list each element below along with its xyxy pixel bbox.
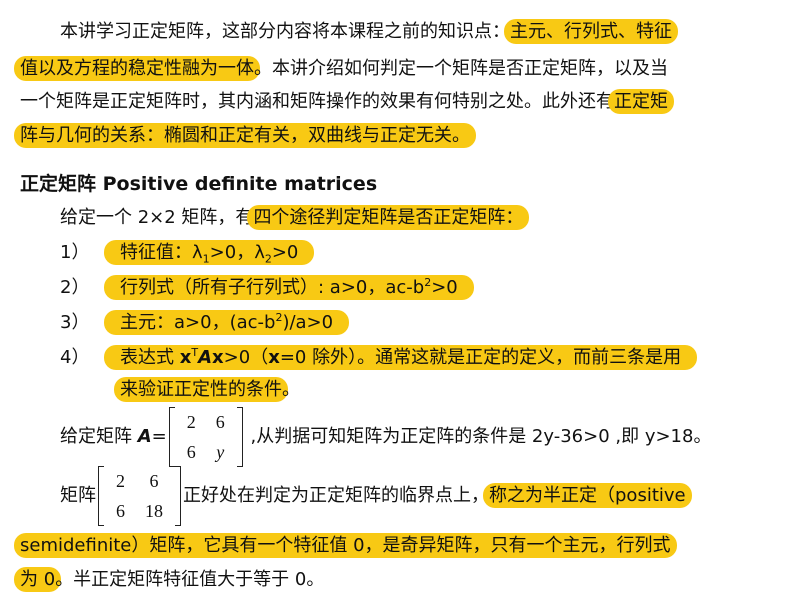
test-text: 表达式	[120, 347, 180, 368]
matrix-cell: 2	[116, 471, 125, 491]
intro-text: 一个矩阵是正定矩阵时，其内涵和矩阵操作的效果有何特别之处。此外还有	[20, 91, 614, 112]
math-A: A	[198, 347, 213, 368]
test-text: >0	[431, 277, 458, 298]
intro-line-3: 一个矩阵是正定矩阵时，其内涵和矩阵操作的效果有何特别之处。此外还有正定矩	[20, 89, 674, 114]
test-text: >0	[271, 242, 299, 263]
test-text: 。通常这就是正定的定义，而前三条是用	[357, 347, 682, 368]
test-text: 行列式（所有子行列式）: a>0，ac-b	[120, 277, 425, 298]
highlight: 四个途径判定矩阵是否正定矩阵：	[247, 205, 530, 230]
example-text: 给定矩阵	[60, 426, 138, 447]
highlight: 阵与几何的关系：椭圆和正定有关，双曲线与正定无关。	[14, 123, 476, 148]
highlight: 值以及方程的稳定性融为一体	[14, 56, 260, 81]
matrix-cell: 18	[145, 501, 163, 521]
highlight: 特征值：λ1>0，λ2>0	[104, 240, 315, 266]
intro-line-2: 值以及方程的稳定性融为一体。本讲介绍如何判定一个矩阵是否正定矩阵，以及当	[14, 56, 668, 81]
highlight: 主元：a>0，(ac-b2)/a>0	[104, 310, 350, 335]
test-text: )/a>0	[282, 312, 334, 333]
test-text: >0（	[223, 347, 269, 368]
test-item-3: 3） 主元：a>0，(ac-b2)/a>0	[60, 310, 350, 335]
matrix-cell: 6	[186, 442, 196, 462]
math-x: x	[268, 347, 280, 368]
matrix-A: 266y	[168, 407, 243, 467]
matrix-semidefinite: 2 6 6 18	[98, 466, 181, 526]
test-text: 主元：a>0，(ac-b	[120, 312, 276, 333]
math-x: x	[212, 347, 224, 368]
highlight: semidefinite）矩阵，它具有一个特征值 0，是奇异矩阵，只有一个主元，…	[14, 533, 677, 558]
matrix-cell: y	[216, 442, 225, 462]
math-x: x	[179, 347, 192, 368]
example-text: 。半正定矩阵特征值大于等于 0。	[55, 569, 325, 590]
test-item-2: 2） 行列式（所有子行列式）: a>0，ac-b2>0	[60, 275, 474, 300]
intro-line-1: 本讲学习正定矩阵，这部分内容将本课程之前的知识点：主元、行列式、特征	[60, 19, 678, 44]
example-text: 正好处在判定为正定矩阵的临界点上，	[183, 485, 489, 506]
test-item-4-cont: 来验证正定性的条件。	[114, 377, 300, 402]
highlight: 主元、行列式、特征	[504, 19, 678, 44]
highlight: 表达式 xTAx>0（x=0 除外）。通常这就是正定的定义，而前三条是用	[104, 345, 698, 370]
subscript: 1	[202, 252, 210, 266]
matrix-name: A	[137, 426, 152, 447]
intro-line-4: 阵与几何的关系：椭圆和正定有关，双曲线与正定无关。	[14, 123, 476, 148]
matrix-cell: 6	[149, 471, 159, 491]
example-2-line-2: semidefinite）矩阵，它具有一个特征值 0，是奇异矩阵，只有一个主元，…	[14, 533, 677, 558]
matrix-cell: 2	[186, 412, 196, 432]
section-heading: 正定矩阵 Positive definite matrices	[20, 173, 378, 195]
highlight: 来验证正定性的条件	[114, 377, 288, 402]
matrix-cell: 6	[116, 501, 125, 521]
matrix-cell: 6	[215, 412, 225, 432]
example-1: 给定矩阵 A= 2 6 6 y ,从判据可知矩阵为正定阵的条件是 2y-36>0 ,即 …	[60, 407, 711, 467]
highlight: 称之为半正定（positive	[483, 483, 692, 508]
test-text: 特征值：λ	[120, 242, 203, 263]
highlight: 行列式（所有子行列式）: a>0，ac-b2>0	[104, 275, 474, 300]
intro-text: 。本讲介绍如何判定一个矩阵是否正定矩阵，以及当	[254, 58, 668, 79]
example-2-line-3: 为 0。半正定矩阵特征值大于等于 0。	[14, 567, 325, 592]
example-2: 矩阵 2 6 6 18 正好处在判定为正定矩阵的临界点上，称之为半正定（positive	[60, 466, 692, 526]
given-text: 给定一个 2×2 矩阵，有	[60, 207, 254, 228]
test-text: =0 除外）	[279, 347, 358, 368]
highlight: 正定矩	[608, 89, 674, 114]
subscript: 2	[264, 252, 272, 266]
test-item-4: 4） 表达式 xTAx>0（x=0 除外）。通常这就是正定的定义，而前三条是用	[60, 345, 698, 370]
test-item-1: 1） 特征值：λ1>0，λ2>0	[60, 240, 315, 265]
equals: =	[151, 426, 167, 447]
intro-text: 本讲学习正定矩阵，这部分内容将本课程之前的知识点：	[60, 21, 510, 42]
test-text: >0，λ	[209, 242, 265, 263]
example-text: 矩阵	[60, 485, 96, 506]
given-line: 给定一个 2×2 矩阵，有四个途径判定矩阵是否正定矩阵：	[60, 205, 530, 230]
example-text: ,从判据可知矩阵为正定阵的条件是 2y-36>0 ,即 y>18。	[244, 426, 712, 447]
